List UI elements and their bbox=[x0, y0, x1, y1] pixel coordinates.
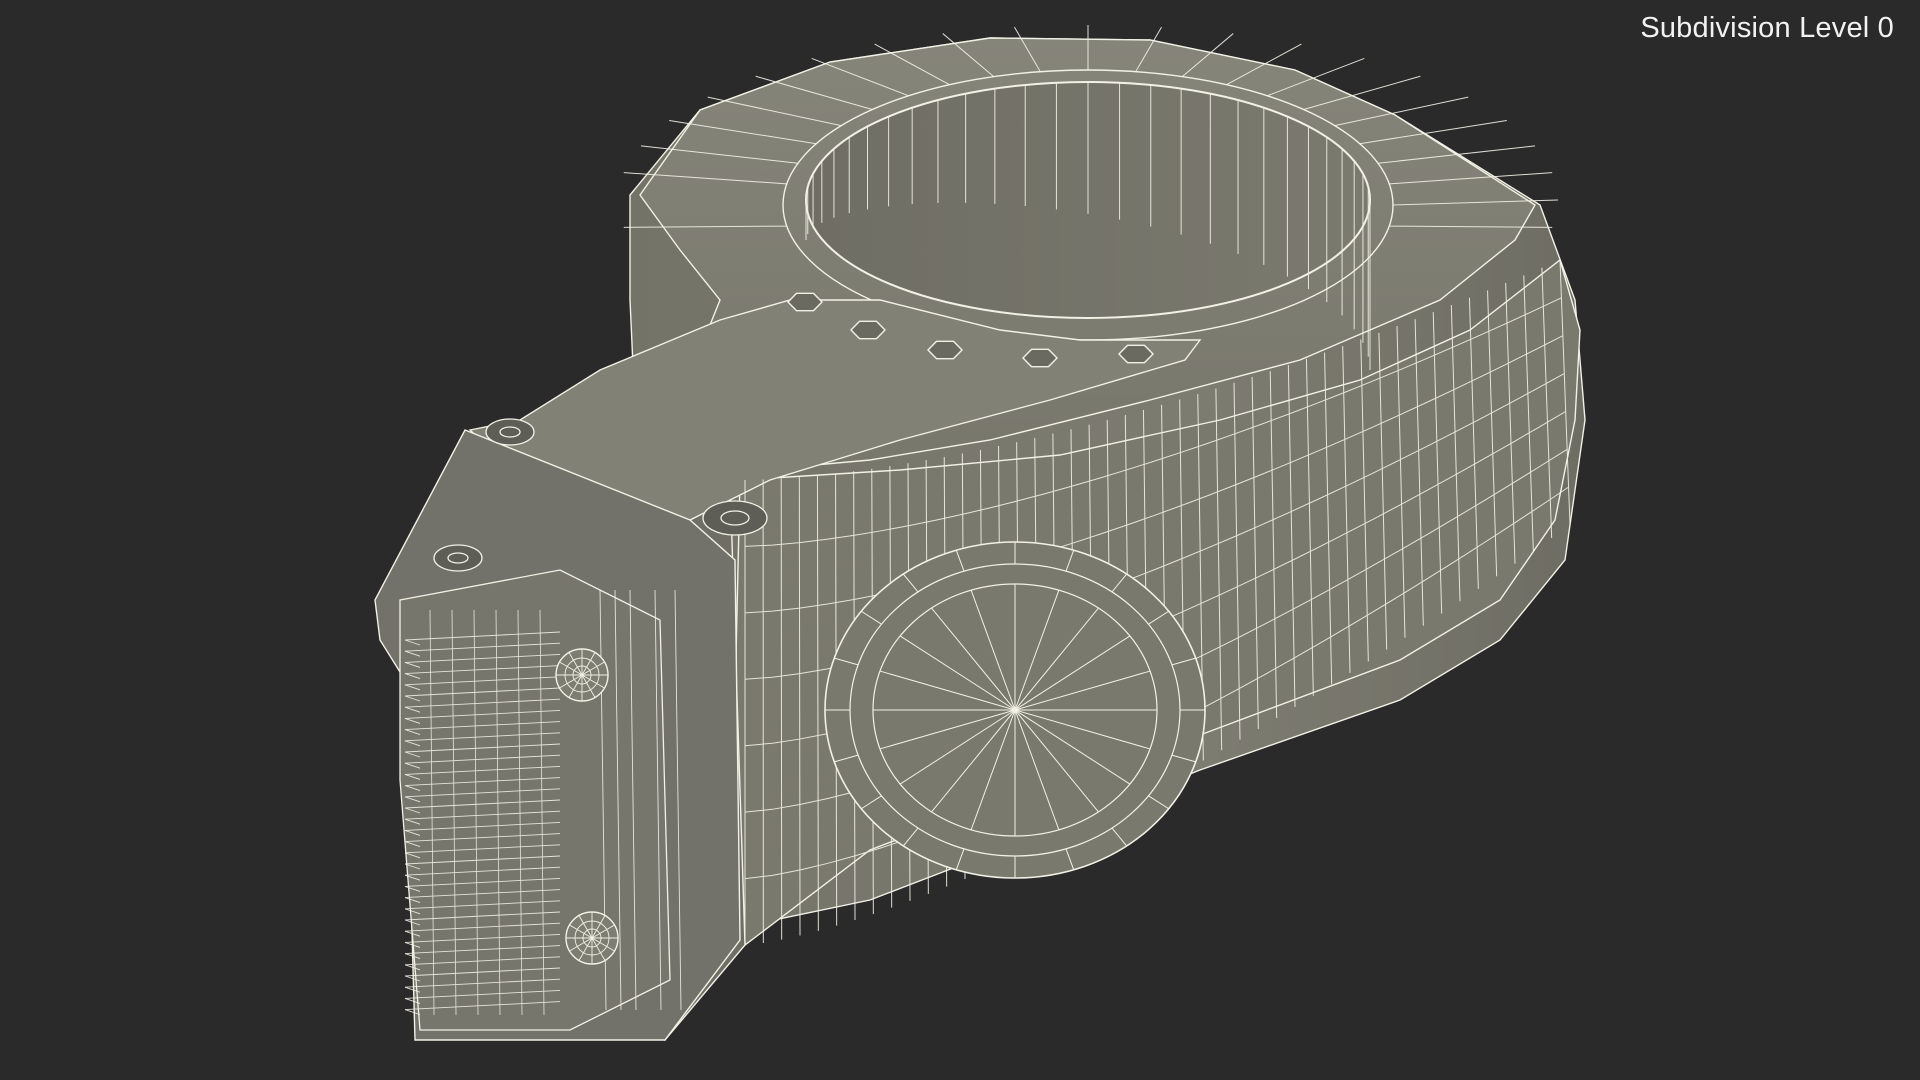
ribbed-grip bbox=[399, 569, 671, 1031]
wire-edge bbox=[798, 477, 801, 936]
render-viewport: Subdivision Level 0 bbox=[0, 0, 1920, 1080]
hex-bolt bbox=[850, 320, 886, 340]
wireframe-model bbox=[374, 25, 1586, 1042]
hex-bolt bbox=[1022, 348, 1058, 368]
subdivision-level-label: Subdivision Level 0 bbox=[1640, 12, 1894, 44]
hex-bolt bbox=[1118, 344, 1154, 364]
hex-bolt bbox=[787, 292, 823, 312]
hex-bolt bbox=[927, 340, 963, 360]
front-boss bbox=[824, 541, 1206, 879]
